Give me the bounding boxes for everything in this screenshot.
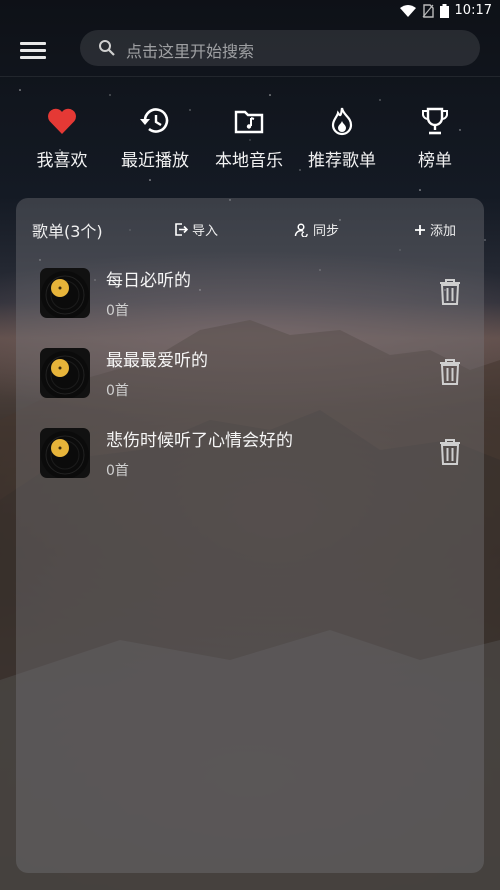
quick-nav-label: 榜单 — [418, 151, 452, 171]
import-button[interactable]: 导入 — [174, 220, 218, 239]
playlists-panel: 歌单(3个) 导入 同步 添加 每日必听的 0首 最最最爱听的 0首 悲伤时候听… — [16, 198, 484, 873]
sync-button[interactable]: 同步 — [294, 220, 339, 239]
sync-icon — [294, 222, 308, 237]
playlists-title: 歌单(3个) — [32, 222, 103, 241]
playlist-list: 每日必听的 0首 最最最爱听的 0首 悲伤时候听了心情会好的 0首 — [16, 256, 484, 496]
delete-icon[interactable] — [438, 438, 462, 466]
delete-icon[interactable] — [438, 278, 462, 306]
playlist-title: 最最最爱听的 — [106, 351, 208, 371]
trophy-icon — [422, 107, 448, 135]
header-divider — [0, 76, 500, 77]
vinyl-record-icon — [40, 268, 90, 318]
search-icon — [99, 40, 115, 56]
battery-icon — [439, 3, 449, 18]
quick-nav-recent[interactable]: 最近播放 — [109, 104, 201, 171]
playlist-item[interactable]: 悲伤时候听了心情会好的 0首 — [16, 416, 484, 496]
playlist-item[interactable]: 每日必听的 0首 — [16, 256, 484, 336]
quick-nav-recommended[interactable]: 推荐歌单 — [296, 104, 388, 171]
quick-nav-label: 最近播放 — [121, 151, 189, 171]
playlist-count: 0首 — [106, 383, 129, 399]
quick-nav-label: 我喜欢 — [36, 151, 88, 171]
vinyl-record-icon — [40, 428, 90, 478]
playlist-item[interactable]: 最最最爱听的 0首 — [16, 336, 484, 416]
quick-nav-label: 推荐歌单 — [308, 151, 376, 171]
quick-nav-local[interactable]: 本地音乐 — [203, 104, 295, 171]
wifi-icon — [399, 4, 416, 17]
delete-icon[interactable] — [438, 358, 462, 386]
quick-nav: 我喜欢 最近播放 本地音乐 推荐歌单 榜单 — [0, 104, 500, 174]
playlist-title: 每日必听的 — [106, 271, 191, 291]
quick-nav-favorites[interactable]: 我喜欢 — [16, 104, 108, 171]
playlist-count: 0首 — [106, 303, 129, 319]
folder-music-icon — [234, 110, 264, 134]
heart-icon — [48, 108, 76, 134]
vinyl-record-icon — [40, 348, 90, 398]
playlist-count: 0首 — [106, 463, 129, 479]
status-bar: 10:17 — [0, 0, 500, 24]
playlist-title: 悲伤时候听了心情会好的 — [106, 431, 293, 451]
import-icon — [175, 223, 188, 236]
search-bar[interactable]: 点击这里开始搜索 — [80, 30, 480, 66]
history-icon — [140, 108, 169, 133]
search-placeholder: 点击这里开始搜索 — [126, 42, 255, 61]
menu-button[interactable] — [18, 38, 48, 62]
quick-nav-charts[interactable]: 榜单 — [389, 104, 481, 171]
plus-icon — [415, 224, 425, 235]
add-playlist-button[interactable]: 添加 — [414, 220, 456, 239]
quick-nav-label: 本地音乐 — [215, 151, 283, 171]
status-time: 10:17 — [454, 3, 492, 18]
no-sim-icon — [422, 3, 434, 18]
flame-icon — [331, 107, 353, 136]
